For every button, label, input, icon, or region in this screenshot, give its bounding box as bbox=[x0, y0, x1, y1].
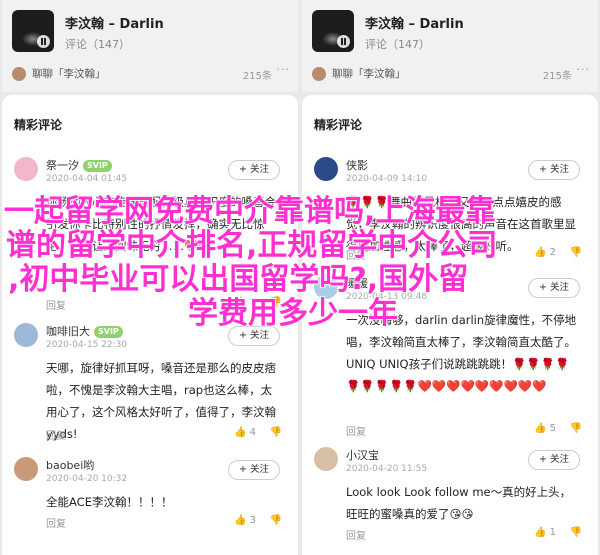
right-panel: 李汶翰 – Darlin 评论（147） 聊聊「李汶翰」 215条 ··· 精彩… bbox=[302, 0, 598, 555]
username-text: baobei哟 bbox=[46, 459, 95, 472]
comment-text: 全能ACE李汶翰！！！！ bbox=[46, 495, 173, 509]
username-text: 侠影 bbox=[346, 159, 368, 172]
music-player: 李汶翰 – Darlin 评论（147） 聊聊「李汶翰」 215条 ··· bbox=[2, 0, 298, 92]
chat-count: 215条 bbox=[542, 71, 572, 82]
comments-panel: 精彩评论 祭一汐 SVIP 2020-04-04 01:45 + 关注 你扬动人心… bbox=[2, 95, 298, 555]
song-title[interactable]: 李汶翰 – Darlin bbox=[65, 13, 164, 32]
album-cover[interactable] bbox=[312, 10, 354, 52]
pause-icon[interactable] bbox=[337, 35, 350, 48]
avatar bbox=[312, 66, 326, 81]
avatar[interactable] bbox=[314, 157, 338, 181]
username-text: 祭一汐 bbox=[46, 159, 79, 172]
comment-time: 2020-04-04 01:45 bbox=[46, 174, 128, 184]
like-button[interactable]: 👍 1 bbox=[534, 527, 556, 538]
comment-text: Look look Look follow me～真的好上头，旺旺的蜜嗓真的爱了… bbox=[346, 485, 572, 521]
comments-panel: 精彩评论 侠影 2020-04-09 14:10 + 关注 🌹🌹🌹舞曲的风格，又… bbox=[302, 95, 598, 555]
more-icon[interactable]: ··· bbox=[277, 63, 291, 76]
music-player: 李汶翰 – Darlin 评论（147） 聊聊「李汶翰」 215条 ··· bbox=[302, 0, 598, 92]
comment-time: 2020-04-20 11:55 bbox=[346, 464, 428, 474]
comment-time: 2020-04-09 14:10 bbox=[346, 174, 428, 184]
chat-count: 215条 bbox=[242, 71, 272, 82]
left-panel: 李汶翰 – Darlin 评论（147） 聊聊「李汶翰」 215条 ··· 精彩… bbox=[2, 0, 298, 555]
avatar bbox=[12, 66, 26, 81]
comment-count: 评论（147） bbox=[65, 38, 130, 51]
comment-text: 你扬动人心的旋律再配合极具辨识度的嗓音会引发你卡比特别性的抒情发挥，确实无比惊艳… bbox=[46, 195, 276, 253]
like-button[interactable]: 👍 2 bbox=[534, 247, 556, 258]
song-title[interactable]: 李汶翰 – Darlin bbox=[365, 13, 464, 32]
vip-badge: SVIP bbox=[94, 326, 123, 338]
section-title: 精彩评论 bbox=[314, 118, 363, 132]
chat-topic-label: 聊聊「李汶翰」 bbox=[32, 68, 106, 80]
like-count: 2 bbox=[549, 247, 557, 258]
reply-button[interactable]: 回复 bbox=[346, 247, 366, 262]
follow-button[interactable]: + 关注 bbox=[228, 326, 280, 346]
dislike-icon[interactable]: 👎 bbox=[570, 247, 582, 258]
album-cover[interactable] bbox=[12, 10, 54, 52]
avatar[interactable] bbox=[314, 275, 338, 299]
chat-topic[interactable]: 聊聊「李汶翰」 bbox=[312, 66, 406, 81]
screen: 李汶翰 – Darlin 评论（147） 聊聊「李汶翰」 215条 ··· 精彩… bbox=[0, 0, 600, 555]
dislike-icon[interactable]: 👎 bbox=[270, 427, 282, 438]
username[interactable]: baobei哟 bbox=[46, 457, 94, 473]
vip-badge: SVIP bbox=[83, 160, 112, 172]
follow-button[interactable]: + 关注 bbox=[528, 160, 580, 180]
reply-button[interactable]: 回复 bbox=[46, 297, 66, 312]
section-title: 精彩评论 bbox=[14, 118, 63, 132]
more-icon[interactable]: ··· bbox=[577, 63, 591, 76]
avatar[interactable] bbox=[14, 323, 38, 347]
username[interactable]: 咖啡旧大 SVIP bbox=[46, 323, 123, 339]
follow-button[interactable]: + 关注 bbox=[228, 460, 280, 480]
like-button[interactable]: 👍 1 bbox=[234, 297, 256, 308]
comment-count: 评论（147） bbox=[365, 38, 430, 51]
dislike-icon[interactable]: 👎 bbox=[570, 527, 582, 538]
dislike-icon[interactable]: 👎 bbox=[270, 515, 282, 526]
username-text: 咖啡旧大 bbox=[46, 325, 90, 338]
username-text: 暖暖 bbox=[346, 277, 368, 290]
username-text: 小汉宝 bbox=[346, 449, 379, 462]
comment-time: 2020-04-13 09:48 bbox=[346, 292, 428, 302]
dislike-icon[interactable]: 👎 bbox=[570, 423, 582, 434]
avatar[interactable] bbox=[314, 447, 338, 471]
dislike-icon[interactable]: 👎 bbox=[270, 297, 282, 308]
avatar[interactable] bbox=[14, 457, 38, 481]
comment-text: 一次没嗨够，darlin darlin旋律魔性，不停地唱，李汶翰简直太棒了，李汶… bbox=[346, 313, 577, 393]
like-count: 5 bbox=[549, 423, 557, 434]
like-count: 3 bbox=[249, 515, 257, 526]
like-button[interactable]: 👍 4 bbox=[234, 427, 256, 438]
like-count: 1 bbox=[249, 297, 257, 308]
username[interactable]: 侠影 bbox=[346, 157, 368, 173]
username[interactable]: 暖暖 bbox=[346, 275, 368, 291]
reply-button[interactable]: 回复 bbox=[46, 427, 66, 442]
like-button[interactable]: 👍 3 bbox=[234, 515, 256, 526]
pause-icon[interactable] bbox=[37, 35, 50, 48]
chat-topic-label: 聊聊「李汶翰」 bbox=[332, 68, 406, 80]
username[interactable]: 祭一汐 SVIP bbox=[46, 157, 112, 173]
like-count: 1 bbox=[549, 527, 557, 538]
avatar[interactable] bbox=[14, 157, 38, 181]
follow-button[interactable]: + 关注 bbox=[528, 450, 580, 470]
comment-time: 2020-04-15 22:30 bbox=[46, 340, 128, 350]
reply-button[interactable]: 回复 bbox=[346, 423, 366, 438]
follow-button[interactable]: + 关注 bbox=[228, 160, 280, 180]
like-button[interactable]: 👍 5 bbox=[534, 423, 556, 434]
like-count: 4 bbox=[249, 427, 257, 438]
username[interactable]: 小汉宝 bbox=[346, 447, 379, 463]
chat-topic[interactable]: 聊聊「李汶翰」 bbox=[12, 66, 106, 81]
reply-button[interactable]: 回复 bbox=[346, 527, 366, 542]
reply-button[interactable]: 回复 bbox=[46, 515, 66, 530]
comment-time: 2020-04-20 10:32 bbox=[46, 474, 128, 484]
follow-button[interactable]: + 关注 bbox=[528, 278, 580, 298]
